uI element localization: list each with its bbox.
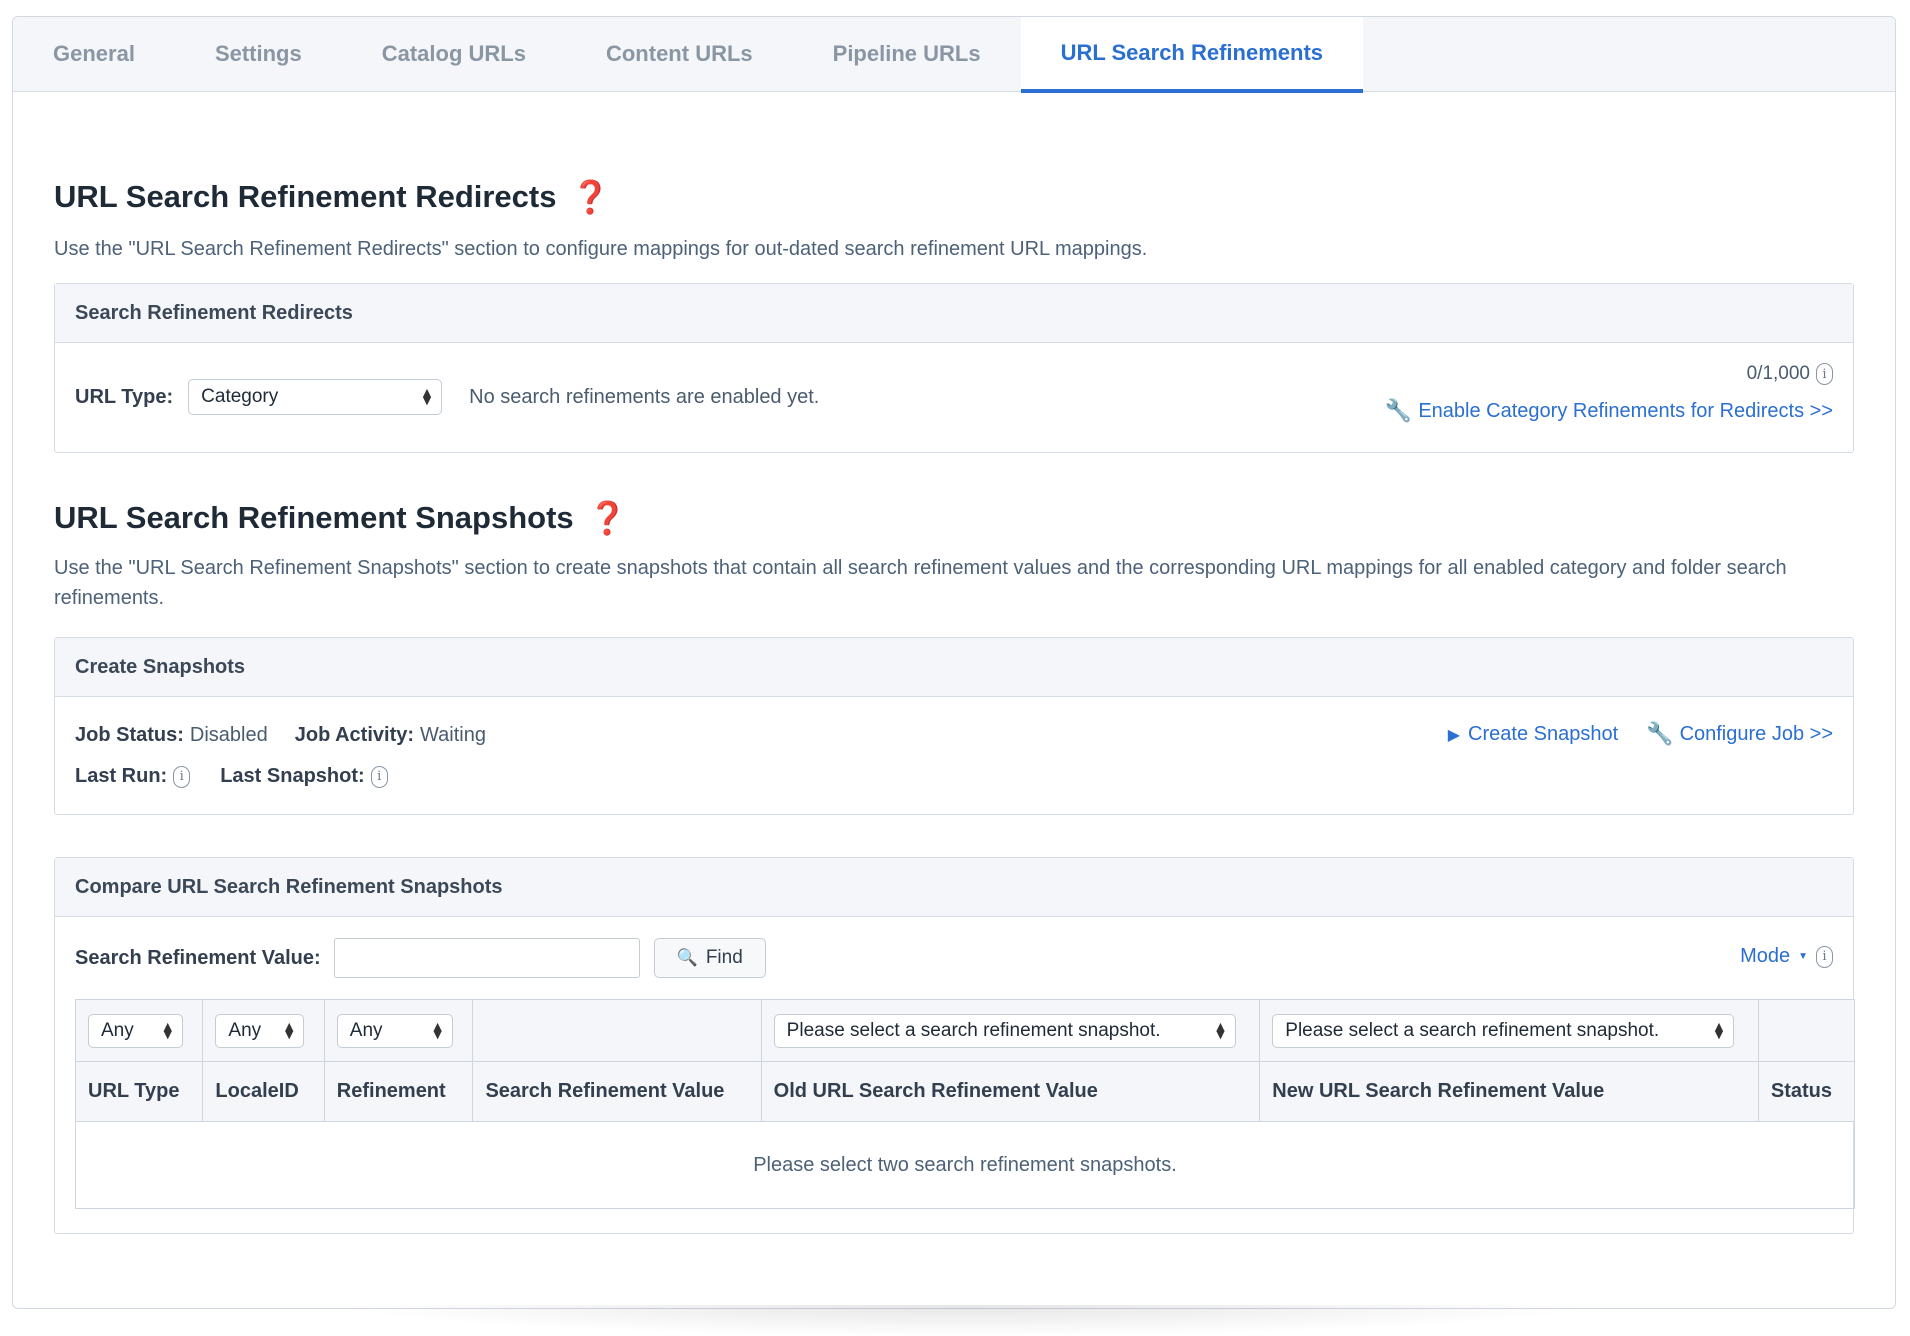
search-refinement-redirects-panel: Search Refinement Redirects URL Type: Ca… bbox=[54, 283, 1854, 453]
configure-job-link[interactable]: Configure Job >> bbox=[1680, 723, 1833, 746]
filter-cell bbox=[1757, 999, 1856, 1062]
header-row: URL Type LocaleID Refinement Search Refi… bbox=[74, 1061, 1856, 1122]
enable-category-refinements-link[interactable]: Enable Category Refinements for Redirect… bbox=[1418, 400, 1833, 423]
empty-table-message: Please select two search refinement snap… bbox=[75, 1121, 1855, 1209]
url-type-select[interactable]: Category ▲ ▼ bbox=[188, 379, 443, 415]
url-type-row: URL Type: Category ▲ ▼ No search refineme… bbox=[75, 379, 819, 415]
filter-cell bbox=[472, 999, 762, 1062]
column-header-locale-id[interactable]: LocaleID bbox=[202, 1061, 325, 1122]
chevron-updown-icon: ▲ ▼ bbox=[163, 1019, 172, 1041]
url-type-value: Category bbox=[201, 386, 279, 407]
old-snapshot-select[interactable]: Please select a search refinement snapsh… bbox=[773, 1013, 1236, 1048]
search-icon: 🔍 bbox=[676, 948, 698, 968]
column-header-search-refinement-value[interactable]: Search Refinement Value bbox=[472, 1061, 762, 1122]
filter-value: Any bbox=[349, 1019, 383, 1041]
redirects-title-text: URL Search Refinement Redirects bbox=[54, 179, 557, 214]
count-value: 0/1,000 bbox=[1746, 363, 1810, 384]
last-snapshot-label: Last Snapshot: bbox=[220, 765, 365, 787]
filter-value: Please select a search refinement snapsh… bbox=[1285, 1019, 1660, 1041]
refinement-filter-select[interactable]: Any ▲ ▼ bbox=[336, 1013, 453, 1048]
job-status-row: Job Status: Disabled Job Activity: Waiti… bbox=[75, 724, 486, 747]
filter-value: Any bbox=[228, 1019, 262, 1041]
last-run-label: Last Run: bbox=[75, 765, 168, 787]
wrench-icon: 🔧 bbox=[1384, 399, 1413, 424]
page-content: URL Search Refinement Redirects ❓ Use th… bbox=[13, 178, 1895, 1234]
last-run-row: Last Run: i Last Snapshot: i bbox=[75, 765, 388, 788]
snapshots-section-title: URL Search Refinement Snapshots ❓ bbox=[54, 499, 1854, 537]
tab-settings[interactable]: Settings bbox=[175, 17, 342, 91]
tab-bar: General Settings Catalog URLs Content UR… bbox=[13, 17, 1895, 93]
snapshots-title-text: URL Search Refinement Snapshots bbox=[54, 500, 574, 535]
info-icon[interactable]: i bbox=[370, 765, 388, 788]
mode-link[interactable]: Mode bbox=[1740, 945, 1790, 968]
chevron-updown-icon: ▲ ▼ bbox=[433, 1019, 442, 1041]
question-mark-icon[interactable]: ❓ bbox=[588, 499, 628, 537]
main-window: General Settings Catalog URLs Content UR… bbox=[12, 16, 1896, 1309]
filter-row: Any ▲ ▼ Any ▲ ▼ Any ▲ ▼ Please select a … bbox=[74, 999, 1856, 1062]
search-refinement-label: Search Refinement Value: bbox=[75, 946, 321, 969]
refinement-count: 0/1,000 i bbox=[1747, 363, 1833, 385]
tab-pipeline-urls[interactable]: Pipeline URLs bbox=[793, 17, 1021, 91]
find-button-label: Find bbox=[705, 947, 743, 968]
empty-refinements-message: No search refinements are enabled yet. bbox=[469, 385, 820, 408]
compare-snapshots-panel: Compare URL Search Refinement Snapshots … bbox=[54, 857, 1856, 1234]
column-header-refinement[interactable]: Refinement bbox=[323, 1061, 474, 1122]
job-activity-value: Waiting bbox=[420, 724, 486, 746]
wrench-icon: 🔧 bbox=[1646, 722, 1674, 747]
filter-cell: Any ▲ ▼ bbox=[323, 999, 474, 1062]
locale-filter-select[interactable]: Any ▲ ▼ bbox=[215, 1013, 305, 1048]
filter-value: Any bbox=[101, 1019, 134, 1041]
search-refinement-input[interactable] bbox=[333, 938, 640, 978]
column-header-url-type[interactable]: URL Type bbox=[74, 1061, 204, 1122]
filter-cell: Any ▲ ▼ bbox=[202, 999, 325, 1062]
new-snapshot-select[interactable]: Please select a search refinement snapsh… bbox=[1272, 1013, 1735, 1048]
job-status-value: Disabled bbox=[189, 724, 268, 746]
filter-value: Please select a search refinement snapsh… bbox=[786, 1019, 1161, 1041]
info-icon[interactable]: i bbox=[173, 765, 191, 788]
chevron-updown-icon: ▲ ▼ bbox=[284, 1019, 294, 1041]
column-header-status[interactable]: Status bbox=[1757, 1061, 1856, 1122]
chevron-updown-icon: ▲ ▼ bbox=[1216, 1019, 1225, 1041]
job-activity-label: Job Activity: bbox=[294, 724, 415, 746]
panel-title: Search Refinement Redirects bbox=[55, 284, 1853, 343]
tab-catalog-urls[interactable]: Catalog URLs bbox=[342, 17, 566, 91]
snapshot-actions: ▶ Create Snapshot 🔧 Configure Job >> bbox=[1448, 722, 1833, 747]
enable-refinements-link-wrap: 🔧 Enable Category Refinements for Redire… bbox=[1385, 399, 1833, 424]
filter-cell: Please select a search refinement snapsh… bbox=[760, 999, 1261, 1062]
mode-control: Mode ▼ i bbox=[1740, 945, 1833, 968]
url-type-label: URL Type: bbox=[75, 385, 174, 408]
tab-general[interactable]: General bbox=[13, 17, 175, 91]
search-refinement-row: Search Refinement Value: 🔍 Find bbox=[75, 938, 766, 978]
tab-url-search-refinements[interactable]: URL Search Refinements bbox=[1020, 17, 1364, 93]
filter-cell: Any ▲ ▼ bbox=[74, 999, 204, 1062]
create-snapshot-link[interactable]: Create Snapshot bbox=[1468, 723, 1618, 746]
column-header-new-url-value[interactable]: New URL Search Refinement Value bbox=[1259, 1061, 1759, 1122]
caret-down-icon: ▼ bbox=[1798, 951, 1808, 962]
compare-results-table: Any ▲ ▼ Any ▲ ▼ Any ▲ ▼ Please select a … bbox=[74, 999, 1856, 1209]
window-shadow bbox=[330, 1305, 1600, 1336]
info-icon[interactable]: i bbox=[1816, 945, 1833, 968]
play-icon: ▶ bbox=[1447, 726, 1461, 744]
chevron-updown-icon: ▲ ▼ bbox=[1714, 1019, 1724, 1041]
empty-row: Please select two search refinement snap… bbox=[75, 1121, 1855, 1209]
panel-title: Create Snapshots bbox=[55, 638, 1853, 697]
info-icon[interactable]: i bbox=[1816, 363, 1833, 385]
url-type-filter-select[interactable]: Any ▲ ▼ bbox=[88, 1013, 183, 1048]
panel-title: Compare URL Search Refinement Snapshots bbox=[55, 858, 1853, 917]
job-status-label: Job Status: bbox=[75, 724, 184, 746]
create-snapshots-panel: Create Snapshots Job Status: Disabled Jo… bbox=[54, 637, 1854, 815]
chevron-updown-icon: ▲ ▼ bbox=[422, 386, 432, 407]
filter-cell: Please select a search refinement snapsh… bbox=[1259, 999, 1759, 1062]
tab-content-urls[interactable]: Content URLs bbox=[566, 17, 793, 91]
snapshots-description: Use the "URL Search Refinement Snapshots… bbox=[54, 557, 1787, 609]
column-header-old-url-value[interactable]: Old URL Search Refinement Value bbox=[760, 1061, 1261, 1122]
find-button[interactable]: 🔍 Find bbox=[653, 938, 766, 978]
redirects-description: Use the "URL Search Refinement Redirects… bbox=[54, 238, 1148, 260]
question-mark-icon[interactable]: ❓ bbox=[570, 178, 610, 216]
redirects-section-title: URL Search Refinement Redirects ❓ bbox=[54, 178, 1854, 216]
